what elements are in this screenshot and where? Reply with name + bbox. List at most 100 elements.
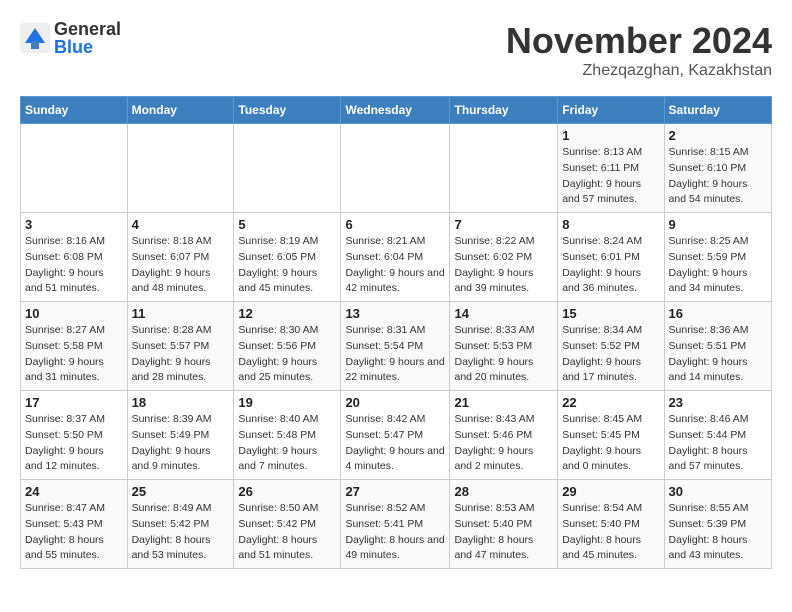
day-cell: 25 Sunrise: 8:49 AMSunset: 5:42 PMDayligh… [127, 480, 234, 569]
title-block: November 2024 Zhezqazghan, Kazakhstan [506, 20, 772, 80]
day-number: 28 [454, 484, 553, 499]
day-cell: 27Sunrise: 8:52 AMSunset: 5:41 PMDayligh… [341, 480, 450, 569]
day-info: Sunrise: 8:27 AMSunset: 5:58 PMDaylight:… [25, 323, 123, 386]
day-info: Sunrise: 8:15 AMSunset: 6:10 PMDaylight:… [669, 145, 767, 208]
day-number: 29 [562, 484, 659, 499]
logo-blue-text: Blue [54, 38, 121, 56]
day-cell: 7Sunrise: 8:22 AMSunset: 6:02 PMDaylight… [450, 213, 558, 302]
day-info: Sunrise: 8:19 AMSunset: 6:05 PMDaylight:… [238, 234, 336, 297]
day-info: Sunrise: 8:50 AMSunset: 5:42 PMDaylight:… [238, 501, 336, 564]
day-cell: 1 Sunrise: 8:13 AMSunset: 6:11 PMDaylight… [558, 124, 664, 213]
day-number: 2 [669, 128, 767, 143]
day-info: Sunrise: 8:40 AMSunset: 5:48 PMDaylight:… [238, 412, 336, 475]
day-cell: 2 Sunrise: 8:15 AMSunset: 6:10 PMDaylight… [664, 124, 771, 213]
calendar-header: Sunday Monday Tuesday Wednesday Thursday… [21, 97, 772, 124]
day-cell: 8 Sunrise: 8:24 AMSunset: 6:01 PMDaylight… [558, 213, 664, 302]
week-row-4: 24 Sunrise: 8:47 AMSunset: 5:43 PMDayligh… [21, 480, 772, 569]
month-title: November 2024 [506, 20, 772, 62]
location: Zhezqazghan, Kazakhstan [506, 62, 772, 80]
day-number: 18 [132, 395, 230, 410]
day-info: Sunrise: 8:45 AMSunset: 5:45 PMDaylight:… [562, 412, 659, 475]
day-cell: 28 Sunrise: 8:53 AMSunset: 5:40 PMDayligh… [450, 480, 558, 569]
day-number: 4 [132, 217, 230, 232]
header-saturday: Saturday [664, 97, 771, 124]
day-info: Sunrise: 8:31 AMSunset: 5:54 PMDaylight:… [345, 323, 445, 386]
day-cell: 16Sunrise: 8:36 AMSunset: 5:51 PMDayligh… [664, 302, 771, 391]
day-cell: 11Sunrise: 8:28 AMSunset: 5:57 PMDayligh… [127, 302, 234, 391]
day-cell: 22 Sunrise: 8:45 AMSunset: 5:45 PMDayligh… [558, 391, 664, 480]
day-info: Sunrise: 8:16 AMSunset: 6:08 PMDaylight:… [25, 234, 123, 297]
day-number: 23 [669, 395, 767, 410]
day-cell: 30 Sunrise: 8:55 AMSunset: 5:39 PMDayligh… [664, 480, 771, 569]
day-cell: 14 Sunrise: 8:33 AMSunset: 5:53 PMDayligh… [450, 302, 558, 391]
day-info: Sunrise: 8:37 AMSunset: 5:50 PMDaylight:… [25, 412, 123, 475]
day-number: 13 [345, 306, 445, 321]
day-cell: 26 Sunrise: 8:50 AMSunset: 5:42 PMDayligh… [234, 480, 341, 569]
day-cell: 18Sunrise: 8:39 AMSunset: 5:49 PMDayligh… [127, 391, 234, 480]
day-cell: 4 Sunrise: 8:18 AMSunset: 6:07 PMDaylight… [127, 213, 234, 302]
week-row-3: 17Sunrise: 8:37 AMSunset: 5:50 PMDayligh… [21, 391, 772, 480]
day-cell: 20 Sunrise: 8:42 AMSunset: 5:47 PMDayligh… [341, 391, 450, 480]
day-number: 26 [238, 484, 336, 499]
day-number: 10 [25, 306, 123, 321]
day-number: 14 [454, 306, 553, 321]
day-info: Sunrise: 8:53 AMSunset: 5:40 PMDaylight:… [454, 501, 553, 564]
day-number: 1 [562, 128, 659, 143]
day-cell [234, 124, 341, 213]
day-cell: 9 Sunrise: 8:25 AMSunset: 5:59 PMDaylight… [664, 213, 771, 302]
week-row-2: 10 Sunrise: 8:27 AMSunset: 5:58 PMDayligh… [21, 302, 772, 391]
day-number: 8 [562, 217, 659, 232]
day-cell: 19 Sunrise: 8:40 AMSunset: 5:48 PMDayligh… [234, 391, 341, 480]
day-cell: 17Sunrise: 8:37 AMSunset: 5:50 PMDayligh… [21, 391, 128, 480]
day-info: Sunrise: 8:24 AMSunset: 6:01 PMDaylight:… [562, 234, 659, 297]
day-number: 22 [562, 395, 659, 410]
day-info: Sunrise: 8:18 AMSunset: 6:07 PMDaylight:… [132, 234, 230, 297]
day-number: 30 [669, 484, 767, 499]
day-number: 15 [562, 306, 659, 321]
day-info: Sunrise: 8:46 AMSunset: 5:44 PMDaylight:… [669, 412, 767, 475]
day-info: Sunrise: 8:43 AMSunset: 5:46 PMDaylight:… [454, 412, 553, 475]
header-tuesday: Tuesday [234, 97, 341, 124]
header-row: Sunday Monday Tuesday Wednesday Thursday… [21, 97, 772, 124]
day-cell: 21 Sunrise: 8:43 AMSunset: 5:46 PMDayligh… [450, 391, 558, 480]
day-number: 9 [669, 217, 767, 232]
day-number: 6 [345, 217, 445, 232]
day-info: Sunrise: 8:55 AMSunset: 5:39 PMDaylight:… [669, 501, 767, 564]
day-info: Sunrise: 8:49 AMSunset: 5:42 PMDaylight:… [132, 501, 230, 564]
header-sunday: Sunday [21, 97, 128, 124]
day-number: 3 [25, 217, 123, 232]
day-cell: 10 Sunrise: 8:27 AMSunset: 5:58 PMDayligh… [21, 302, 128, 391]
day-cell [127, 124, 234, 213]
day-number: 24 [25, 484, 123, 499]
logo-icon [20, 23, 50, 53]
week-row-0: 1 Sunrise: 8:13 AMSunset: 6:11 PMDaylight… [21, 124, 772, 213]
day-number: 7 [454, 217, 553, 232]
day-number: 25 [132, 484, 230, 499]
day-info: Sunrise: 8:33 AMSunset: 5:53 PMDaylight:… [454, 323, 553, 386]
day-info: Sunrise: 8:34 AMSunset: 5:52 PMDaylight:… [562, 323, 659, 386]
calendar-table: Sunday Monday Tuesday Wednesday Thursday… [20, 96, 772, 569]
day-number: 16 [669, 306, 767, 321]
day-number: 21 [454, 395, 553, 410]
day-number: 12 [238, 306, 336, 321]
day-cell: 5 Sunrise: 8:19 AMSunset: 6:05 PMDaylight… [234, 213, 341, 302]
day-number: 19 [238, 395, 336, 410]
header-thursday: Thursday [450, 97, 558, 124]
day-number: 5 [238, 217, 336, 232]
page-header: General Blue November 2024 Zhezqazghan, … [20, 20, 772, 80]
day-info: Sunrise: 8:54 AMSunset: 5:40 PMDaylight:… [562, 501, 659, 564]
day-info: Sunrise: 8:42 AMSunset: 5:47 PMDaylight:… [345, 412, 445, 475]
day-cell: 24 Sunrise: 8:47 AMSunset: 5:43 PMDayligh… [21, 480, 128, 569]
day-cell [450, 124, 558, 213]
header-monday: Monday [127, 97, 234, 124]
calendar-body: 1 Sunrise: 8:13 AMSunset: 6:11 PMDaylight… [21, 124, 772, 569]
day-cell: 23 Sunrise: 8:46 AMSunset: 5:44 PMDayligh… [664, 391, 771, 480]
day-info: Sunrise: 8:25 AMSunset: 5:59 PMDaylight:… [669, 234, 767, 297]
day-cell: 13 Sunrise: 8:31 AMSunset: 5:54 PMDayligh… [341, 302, 450, 391]
day-info: Sunrise: 8:13 AMSunset: 6:11 PMDaylight:… [562, 145, 659, 208]
week-row-1: 3 Sunrise: 8:16 AMSunset: 6:08 PMDaylight… [21, 213, 772, 302]
day-info: Sunrise: 8:28 AMSunset: 5:57 PMDaylight:… [132, 323, 230, 386]
day-number: 20 [345, 395, 445, 410]
day-info: Sunrise: 8:30 AMSunset: 5:56 PMDaylight:… [238, 323, 336, 386]
day-info: Sunrise: 8:47 AMSunset: 5:43 PMDaylight:… [25, 501, 123, 564]
